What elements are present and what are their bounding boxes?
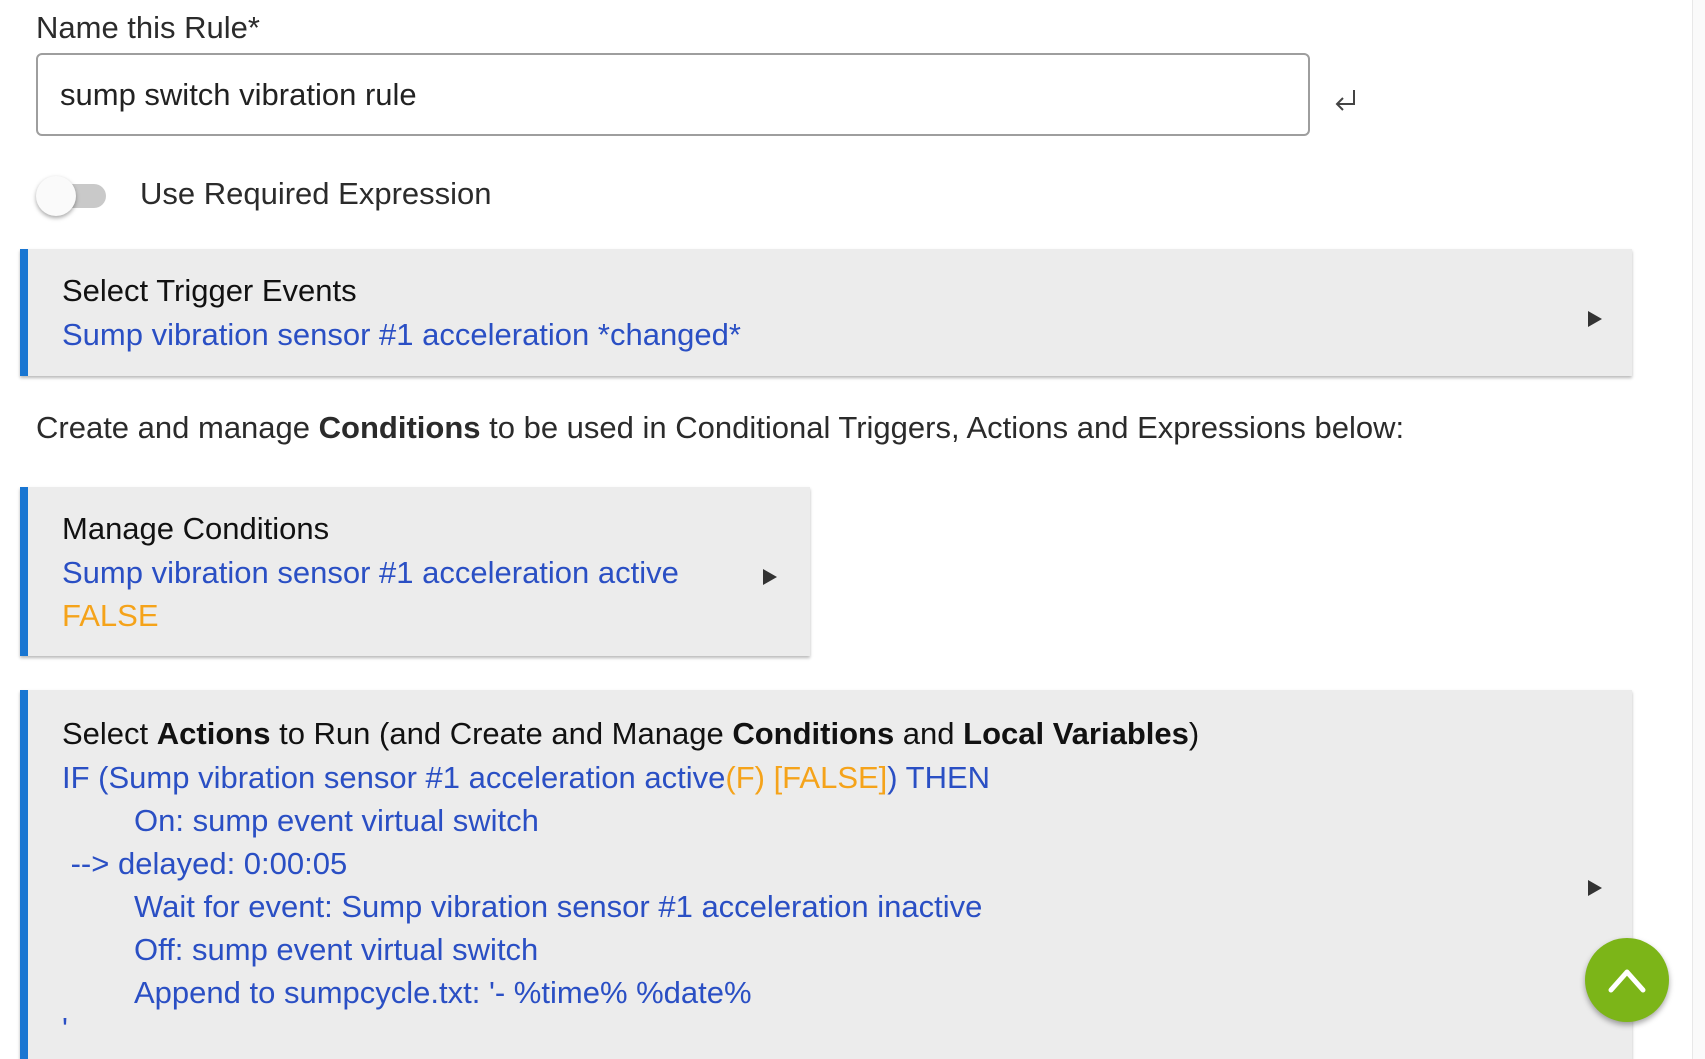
- triangle-right-icon: [1588, 311, 1602, 327]
- action-line: On: sump event virtual switch: [134, 803, 539, 838]
- conditions-state: FALSE: [62, 598, 159, 633]
- triangle-right-icon: [1588, 880, 1602, 896]
- chevron-up-icon: [1608, 969, 1646, 993]
- scroll-to-top-button[interactable]: [1585, 938, 1669, 1022]
- triangle-right-icon: [763, 569, 777, 585]
- action-line: Off: sump event virtual switch: [134, 932, 539, 967]
- desc-suffix: to be used in Conditional Triggers, Acti…: [480, 410, 1405, 445]
- action-line: --> delayed: 0:00:05: [62, 846, 348, 881]
- desc-prefix: Create and manage: [36, 410, 319, 445]
- actions-title-part: to Run (and Create and Manage: [270, 716, 733, 751]
- actions-title-bold: Local Variables: [963, 716, 1189, 751]
- actions-title-part: and: [894, 716, 964, 751]
- rule-name-label: Name this Rule*: [36, 10, 260, 45]
- conditions-description: Create and manage Conditions to be used …: [36, 410, 1404, 446]
- action-if-line: IF (Sump vibration sensor #1 acceleratio…: [62, 756, 1632, 799]
- if-prefix: IF (Sump vibration sensor #1 acceleratio…: [62, 760, 726, 795]
- actions-title-bold: Actions: [156, 716, 271, 751]
- trigger-events-card[interactable]: Select Trigger Events Sump vibration sen…: [20, 249, 1632, 376]
- manage-conditions-card[interactable]: Manage Conditions Sump vibration sensor …: [20, 487, 810, 656]
- required-expression-label: Use Required Expression: [140, 176, 492, 211]
- conditions-card-title: Manage Conditions: [62, 511, 330, 546]
- desc-bold: Conditions: [318, 410, 481, 445]
- trigger-card-title: Select Trigger Events: [62, 273, 357, 308]
- if-suffix: ) THEN: [887, 760, 991, 795]
- required-expression-toggle[interactable]: [36, 176, 112, 216]
- action-line: Wait for event: Sump vibration sensor #1…: [134, 889, 983, 924]
- rule-editor-page: Name this Rule* Use Required Expression …: [0, 0, 1705, 1059]
- page-scrollbar[interactable]: [1692, 0, 1705, 1059]
- rule-name-input[interactable]: [36, 53, 1310, 136]
- if-state: (F) [FALSE]: [725, 760, 888, 795]
- trigger-summary: Sump vibration sensor #1 acceleration *c…: [62, 317, 741, 352]
- toggle-knob: [36, 176, 76, 216]
- actions-title-part: Select: [62, 716, 157, 751]
- conditions-summary: Sump vibration sensor #1 acceleration ac…: [62, 555, 679, 590]
- action-line: Append to sumpcycle.txt: '- %time% %date…: [134, 975, 752, 1010]
- actions-title-part: ): [1188, 716, 1200, 751]
- actions-card-title: Select Actions to Run (and Create and Ma…: [62, 712, 1632, 756]
- select-actions-card[interactable]: Select Actions to Run (and Create and Ma…: [20, 690, 1632, 1059]
- action-line: ': [62, 1011, 68, 1046]
- actions-title-bold: Conditions: [732, 716, 895, 751]
- enter-return-icon[interactable]: [1328, 84, 1362, 118]
